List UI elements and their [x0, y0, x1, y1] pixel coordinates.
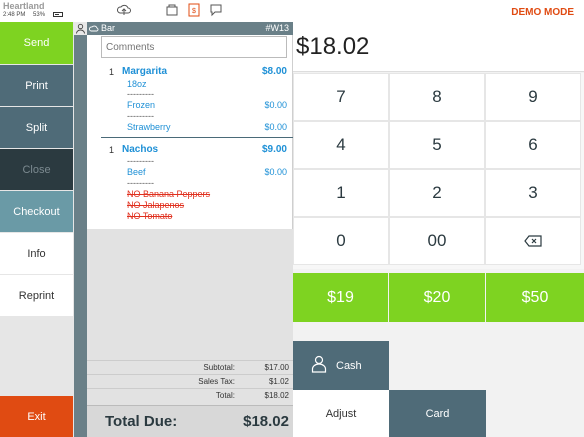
item-qty: 1 — [109, 67, 115, 77]
key-00[interactable]: 00 — [389, 217, 485, 265]
split-button[interactable]: Split — [0, 107, 73, 148]
tax-value: $1.02 — [268, 377, 289, 386]
item-price: $8.00 — [261, 66, 287, 77]
status-line: 2:48 PM 53% — [3, 12, 69, 18]
reprint-button[interactable]: Reprint — [0, 275, 73, 316]
modifier: Strawberry — [127, 122, 171, 132]
key-7[interactable]: 7 — [293, 73, 389, 121]
battery-icon — [52, 12, 63, 17]
comments-input[interactable] — [101, 36, 287, 58]
close-button[interactable]: Close — [0, 149, 73, 190]
ticket-number: #W13 — [265, 23, 289, 33]
modifier: 18oz — [127, 79, 147, 89]
total-due: Total Due: $18.02 — [87, 405, 293, 437]
drawer-icon[interactable] — [165, 3, 179, 17]
print-button[interactable]: Print — [0, 65, 73, 106]
action-menu: Send Print Split Close Checkout Info Rep… — [0, 22, 74, 437]
subtotal-row: Subtotal: $17.00 — [87, 360, 293, 373]
key-5[interactable]: 5 — [389, 121, 485, 169]
send-button[interactable]: Send — [0, 22, 73, 64]
total-row: Total: $18.02 — [87, 388, 293, 401]
total-due-value: $18.02 — [243, 413, 289, 430]
subtotal-label: Subtotal: — [203, 363, 235, 372]
amount-value: $18.02 — [296, 33, 370, 60]
quick-cash-20[interactable]: $20 — [389, 273, 485, 322]
modifier: Frozen — [127, 100, 156, 110]
user-icon[interactable] — [74, 22, 87, 35]
amount-display: $18.02 — [293, 22, 584, 72]
modifier: Beef — [127, 167, 146, 177]
status-bar: Heartland 2:48 PM 53% $ DEMO MODE — [0, 0, 584, 22]
exit-button[interactable]: Exit — [0, 396, 73, 437]
total-value: $18.02 — [264, 391, 289, 400]
quick-cash-19[interactable]: $19 — [293, 273, 388, 322]
backspace-key[interactable] — [485, 217, 581, 265]
total-due-label: Total Due: — [105, 413, 178, 430]
ticket-panel: Bar #W13 1 Margarita $8.00 18oz --------… — [87, 22, 293, 437]
ticket-header: Bar #W13 — [87, 22, 293, 35]
card-button[interactable]: Card — [389, 390, 486, 437]
item-name: Nachos — [122, 144, 159, 155]
item-price: $9.00 — [261, 144, 287, 155]
modifier-separator: --------- — [127, 178, 154, 188]
subtotal-value: $17.00 — [264, 363, 289, 372]
quick-cash-50[interactable]: $50 — [486, 273, 584, 322]
battery-percent: 53% — [33, 12, 46, 19]
cash-button[interactable]: Cash — [293, 341, 389, 390]
key-6[interactable]: 6 — [485, 121, 581, 169]
modifier-separator: --------- — [127, 156, 154, 166]
removed-modifier: NO Banana Peppers — [127, 189, 211, 199]
item-name: Margarita — [122, 66, 168, 77]
backspace-icon — [524, 235, 542, 247]
key-8[interactable]: 8 — [389, 73, 485, 121]
adjust-button[interactable]: Adjust — [293, 390, 389, 437]
svg-text:$: $ — [192, 8, 196, 15]
modifier-separator: --------- — [127, 111, 154, 121]
modifier-separator: --------- — [127, 89, 154, 99]
tax-label: Sales Tax: — [198, 377, 235, 386]
message-icon[interactable] — [209, 3, 223, 17]
key-9[interactable]: 9 — [485, 73, 581, 121]
item-divider — [101, 137, 293, 138]
tax-row: Sales Tax: $1.02 — [87, 374, 293, 387]
person-icon — [311, 355, 327, 373]
keypad: 7 8 9 4 5 6 1 2 3 0 00 — [293, 73, 584, 269]
total-label: Total: — [215, 391, 235, 400]
cloud-icon — [89, 25, 99, 32]
demo-mode-label: DEMO MODE — [511, 7, 574, 18]
key-1[interactable]: 1 — [293, 169, 389, 217]
checkout-button[interactable]: Checkout — [0, 191, 73, 232]
item-qty: 1 — [109, 145, 115, 155]
cloud-upload-icon[interactable] — [117, 3, 131, 17]
modifier-price: $0.00 — [264, 100, 287, 110]
key-2[interactable]: 2 — [389, 169, 485, 217]
key-4[interactable]: 4 — [293, 121, 389, 169]
key-3[interactable]: 3 — [485, 169, 581, 217]
payment-blank — [389, 341, 584, 390]
ticket-empty-area — [87, 229, 293, 379]
receipt-icon[interactable]: $ — [187, 3, 201, 17]
clock: 2:48 PM — [3, 12, 26, 19]
cash-label: Cash — [336, 360, 362, 372]
key-0[interactable]: 0 — [293, 217, 389, 265]
modifier-price: $0.00 — [264, 122, 287, 132]
removed-modifier: NO Jalapenos — [127, 200, 185, 210]
info-button[interactable]: Info — [0, 233, 73, 274]
modifier-price: $0.00 — [264, 167, 287, 177]
seat-strip[interactable] — [74, 22, 87, 437]
ticket-name: Bar — [101, 23, 116, 33]
brand-logo: Heartland — [3, 1, 45, 11]
removed-modifier: NO Tomato — [127, 211, 173, 221]
